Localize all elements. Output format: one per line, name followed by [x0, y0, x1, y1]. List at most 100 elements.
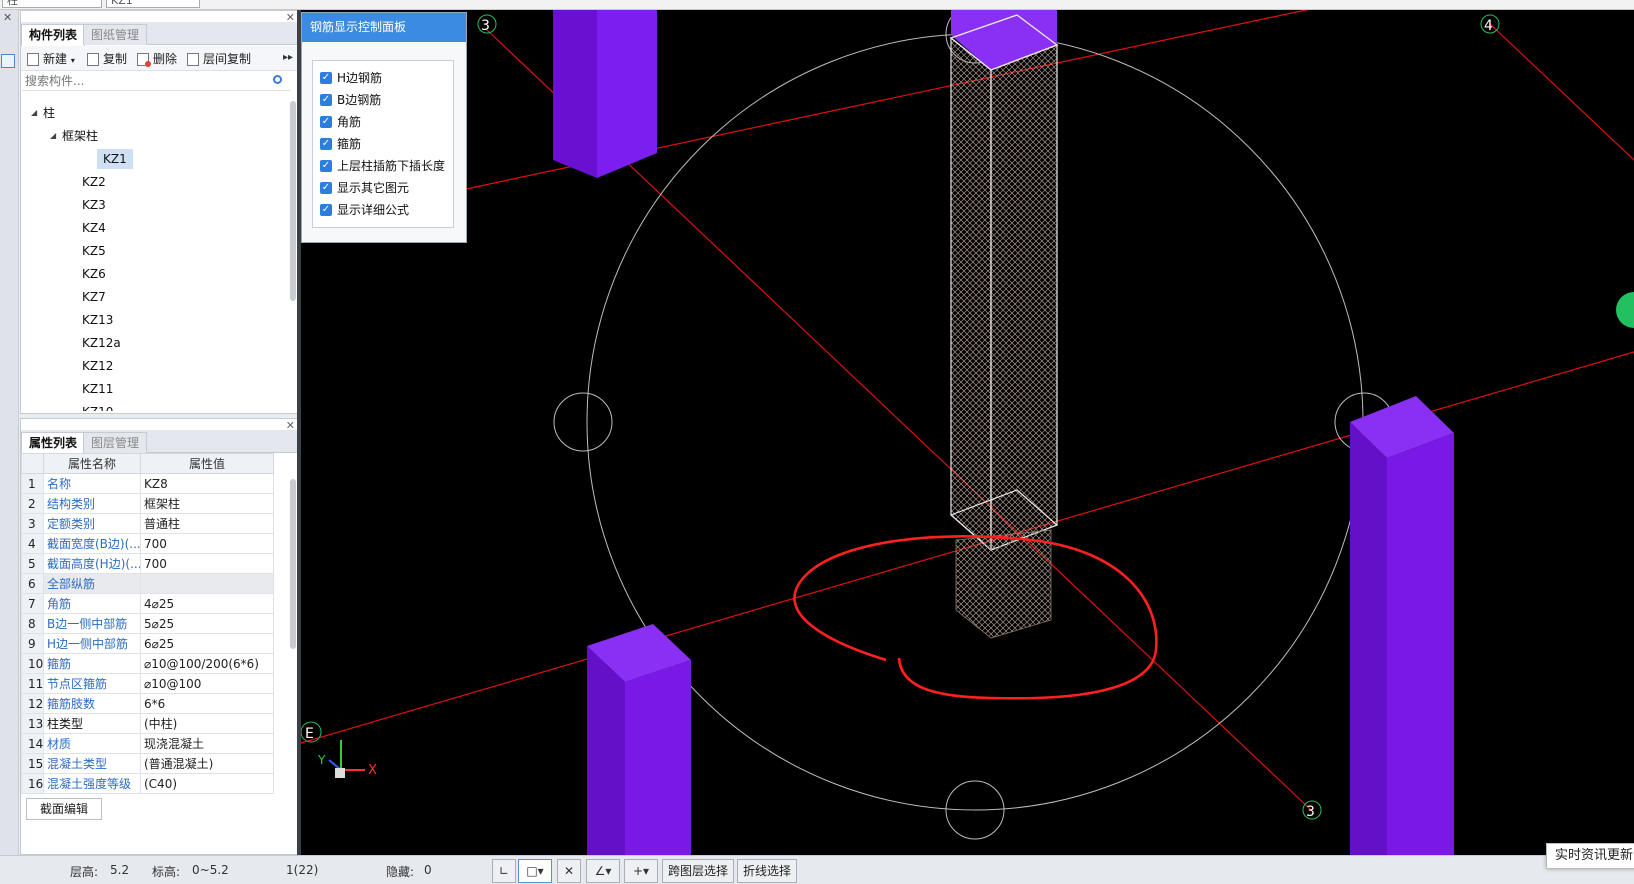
table-row[interactable]: 7 角筋 4⌀25 — [21, 593, 274, 614]
row-number: 10 — [21, 653, 44, 674]
checkbox-h-rebar[interactable]: ✓ H边钢筋 — [320, 69, 382, 87]
new-button[interactable]: 新建 ▾ — [25, 50, 75, 68]
tree-item-kz4[interactable]: KZ4 — [82, 218, 106, 238]
property-value[interactable]: 4⌀25 — [140, 593, 274, 614]
tree-item-kz12[interactable]: KZ12 — [82, 356, 113, 376]
tab-component-list[interactable]: 构件列表 — [21, 24, 86, 46]
property-scrollbar[interactable] — [290, 479, 296, 649]
rebar-display-panel: 钢筋显示控制面板 ✓ H边钢筋 ✓ B边钢筋 ✓ 角筋 ✓ 箍筋 ✓ 上层柱插筋下插长度 … — [301, 12, 467, 243]
section-edit-button[interactable]: 截面编辑 — [26, 798, 102, 820]
copy-button[interactable]: 复制 — [85, 50, 127, 68]
property-name: 柱类型 — [43, 713, 141, 734]
tree-item-kz2[interactable]: KZ2 — [82, 172, 106, 192]
table-row[interactable]: 12 箍筋肢数 6*6 — [21, 693, 274, 714]
more-icon[interactable]: ▸▸ — [283, 52, 293, 63]
close-icon[interactable]: ✕ — [3, 11, 12, 24]
tab-drawing-management[interactable]: 图纸管理 — [83, 24, 148, 45]
table-row[interactable]: 4 截面宽度(B边)(... 700 — [21, 533, 274, 554]
property-value[interactable]: 6*6 — [140, 693, 274, 714]
table-row[interactable]: 5 截面高度(H边)(... 700 — [21, 553, 274, 574]
table-row[interactable]: 6 全部纵筋 — [21, 573, 274, 594]
cross-select-icon[interactable]: ✕ — [557, 859, 581, 883]
tree-item-kz11[interactable]: KZ11 — [82, 379, 113, 399]
checkbox-show-formula[interactable]: ✓ 显示详细公式 — [320, 201, 409, 219]
collapse-icon[interactable]: ◢ — [50, 126, 56, 146]
property-value[interactable]: ⌀10@100 — [140, 673, 274, 694]
property-value[interactable]: (普通混凝土) — [140, 753, 274, 774]
property-value[interactable]: 700 — [140, 533, 274, 554]
table-row[interactable]: 2 结构类别 框架柱 — [21, 493, 274, 514]
property-value[interactable]: 框架柱 — [140, 493, 274, 514]
table-row[interactable]: 3 定额类别 普通柱 — [21, 513, 274, 534]
cross-layer-select-button[interactable]: 跨图层选择 — [662, 859, 735, 883]
tree-item-kz5[interactable]: KZ5 — [82, 241, 106, 261]
point-snap-icon[interactable]: +▾ — [624, 859, 658, 883]
delete-button[interactable]: 删除 — [135, 50, 177, 68]
property-value[interactable] — [140, 573, 274, 594]
table-row[interactable]: 13 柱类型 (中柱) — [21, 713, 274, 734]
polyline-select-button[interactable]: 折线选择 — [737, 859, 798, 883]
tree-item-kz1[interactable]: KZ1 — [97, 149, 133, 169]
table-row[interactable]: 9 H边一侧中部筋 6⌀25 — [21, 633, 274, 654]
row-number: 12 — [21, 693, 44, 714]
property-value[interactable]: (C40) — [140, 773, 274, 794]
column-face — [1350, 422, 1387, 855]
tree-item-kz6[interactable]: KZ6 — [82, 264, 106, 284]
row-number: 6 — [21, 573, 44, 594]
checkbox-upper-dowel-length[interactable]: ✓ 上层柱插筋下插长度 — [320, 157, 445, 175]
table-row[interactable]: 14 材质 现浇混凝土 — [21, 733, 274, 754]
row-number: 8 — [21, 613, 44, 634]
checkbox-b-rebar[interactable]: ✓ B边钢筋 — [320, 91, 381, 109]
tree-item-kz7[interactable]: KZ7 — [82, 287, 106, 307]
tree-root-column[interactable]: ◢ 柱 — [31, 103, 55, 123]
floor-copy-button[interactable]: 层间复制 — [185, 50, 251, 68]
column-header-name: 属性名称 — [43, 453, 141, 474]
property-value[interactable]: 5⌀25 — [140, 613, 274, 634]
tree-item-kz13[interactable]: KZ13 — [82, 310, 113, 330]
row-number: 11 — [21, 673, 44, 694]
property-name: 箍筋肢数 — [43, 693, 141, 714]
component-name-select[interactable]: KZ1 — [106, 0, 200, 8]
floor-copy-icon — [187, 53, 199, 66]
3d-viewport[interactable]: 3 4 3 E X Y — [301, 10, 1634, 855]
search-icon[interactable] — [273, 75, 282, 84]
table-row[interactable]: 11 节点区箍筋 ⌀10@100 — [21, 673, 274, 694]
ortho-icon[interactable]: ∟ — [492, 859, 516, 883]
select-box-icon[interactable]: □▾ — [518, 859, 552, 883]
property-name: 箍筋 — [43, 653, 141, 674]
property-value[interactable]: 普通柱 — [140, 513, 274, 534]
triad-y-label: Y — [317, 753, 326, 767]
column-header-number — [21, 453, 44, 474]
checkbox-show-other-elements[interactable]: ✓ 显示其它图元 — [320, 179, 409, 197]
property-value[interactable]: 700 — [140, 553, 274, 574]
property-value[interactable]: 6⌀25 — [140, 633, 274, 654]
news-popup[interactable]: 实时资讯更新 — [1546, 843, 1634, 869]
tree-item-kz12a[interactable]: KZ12a — [82, 333, 121, 353]
search-input[interactable] — [22, 72, 262, 90]
tab-property-list[interactable]: 属性列表 — [21, 432, 86, 454]
checkbox-corner-rebar[interactable]: ✓ 角筋 — [320, 113, 361, 131]
table-row[interactable]: 15 混凝土类型 (普通混凝土) — [21, 753, 274, 774]
new-icon — [27, 53, 39, 66]
tab-layer-management[interactable]: 图层管理 — [83, 432, 148, 453]
table-row[interactable]: 10 箍筋 ⌀10@100/200(6*6) — [21, 653, 274, 674]
property-value[interactable]: KZ8 — [140, 473, 274, 494]
checkbox-stirrup[interactable]: ✓ 箍筋 — [320, 135, 361, 153]
tree-group-frame-column[interactable]: ◢ 框架柱 — [50, 126, 98, 146]
property-table: 属性名称 属性值 1 名称 KZ8 2 结构类别 框架柱 3 定额类别 普通柱 4 截面宽度(B边)… — [21, 453, 274, 794]
table-row[interactable]: 8 B边一侧中部筋 5⌀25 — [21, 613, 274, 634]
layout-icon[interactable] — [1, 54, 15, 68]
table-row[interactable]: 1 名称 KZ8 — [21, 473, 274, 494]
tree-scrollbar[interactable] — [290, 101, 296, 301]
collapse-icon[interactable]: ◢ — [31, 103, 37, 123]
tree-item-kz10[interactable]: KZ10 — [82, 402, 113, 411]
property-value[interactable]: 现浇混凝土 — [140, 733, 274, 754]
tree-item-kz3[interactable]: KZ3 — [82, 195, 106, 215]
property-value[interactable]: ⌀10@100/200(6*6) — [140, 653, 274, 674]
column-face — [597, 10, 657, 178]
property-value[interactable]: (中柱) — [140, 713, 274, 734]
table-row[interactable]: 16 混凝土强度等级 (C40) — [21, 773, 274, 794]
component-type-select[interactable]: 柱 — [2, 0, 102, 8]
copy-icon — [87, 53, 99, 66]
angle-snap-icon[interactable]: ∠▾ — [586, 859, 620, 883]
